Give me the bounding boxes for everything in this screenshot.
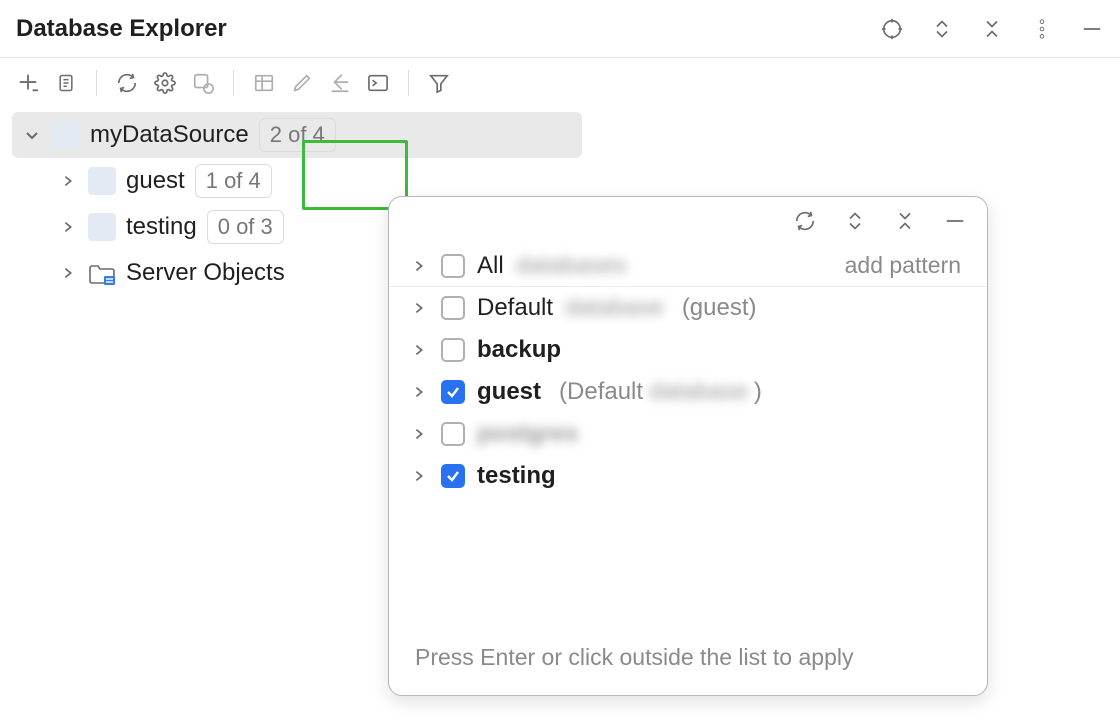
popup-row-label: guest: [477, 378, 541, 406]
schema-count-badge[interactable]: 1 of 4: [195, 164, 272, 199]
chevron-right-icon[interactable]: [409, 382, 429, 402]
edit-icon[interactable]: [290, 71, 314, 95]
popup-row-label: Default: [477, 294, 553, 322]
popup-row-label: testing: [477, 462, 556, 490]
panel-header: Database Explorer: [0, 0, 1120, 58]
popup-row-default[interactable]: Default database (guest): [389, 287, 987, 329]
popup-row-all[interactable]: All databases add pattern: [389, 245, 987, 287]
toolbar-separator: [96, 70, 97, 96]
minimize-icon[interactable]: [943, 209, 967, 233]
checkbox[interactable]: [441, 296, 465, 320]
blurred-text: database: [565, 294, 664, 322]
add-icon[interactable]: [16, 71, 40, 95]
jump-to-console-icon[interactable]: [328, 71, 352, 95]
panel-title: Database Explorer: [16, 15, 880, 43]
chevron-down-icon[interactable]: [22, 125, 42, 145]
popup-row-suffix-post: ): [754, 378, 762, 406]
blurred-text: databases: [516, 252, 627, 280]
refresh-icon[interactable]: [793, 209, 817, 233]
server-objects-icon: [88, 262, 116, 284]
refresh-icon[interactable]: [115, 71, 139, 95]
chevron-right-icon[interactable]: [58, 217, 78, 237]
popup-row-postgres[interactable]: postgres: [389, 413, 987, 455]
schema-icon: [88, 213, 116, 241]
popup-row-label: backup: [477, 336, 561, 364]
collapse-all-icon[interactable]: [980, 17, 1004, 41]
chevron-right-icon[interactable]: [409, 256, 429, 276]
checkbox[interactable]: [441, 380, 465, 404]
settings-icon[interactable]: [153, 71, 177, 95]
expand-collapse-icon[interactable]: [930, 17, 954, 41]
schema-icon: [88, 167, 116, 195]
target-icon[interactable]: [880, 17, 904, 41]
tree-node-label: Server Objects: [126, 259, 285, 287]
popup-footer-hint: Press Enter or click outside the list to…: [389, 629, 987, 695]
popup-row-suffix: (guest): [682, 294, 757, 322]
stop-refresh-icon[interactable]: [191, 71, 215, 95]
checkbox[interactable]: [441, 464, 465, 488]
datasource-icon: [52, 121, 80, 149]
checkbox[interactable]: [441, 422, 465, 446]
toolbar-separator: [408, 70, 409, 96]
popup-row-suffix-pre: (Default: [559, 378, 643, 406]
filter-icon[interactable]: [427, 71, 451, 95]
more-icon[interactable]: [1030, 17, 1054, 41]
checkbox[interactable]: [441, 338, 465, 362]
schema-selector-popup: All databases add pattern Default databa…: [388, 196, 988, 696]
chevron-right-icon[interactable]: [58, 263, 78, 283]
popup-row-guest[interactable]: guest (Default database ): [389, 371, 987, 413]
tree-node-label: guest: [126, 167, 185, 195]
toolbar: [0, 58, 1120, 108]
console-icon[interactable]: [366, 71, 390, 95]
chevron-right-icon[interactable]: [409, 298, 429, 318]
tree-node-datasource[interactable]: myDataSource 2 of 4: [12, 112, 582, 158]
schema-count-badge[interactable]: 2 of 4: [259, 118, 336, 153]
add-pattern-link[interactable]: add pattern: [845, 252, 961, 279]
chevron-right-icon[interactable]: [58, 171, 78, 191]
popup-row-backup[interactable]: backup: [389, 329, 987, 371]
popup-row-label: All: [477, 252, 504, 280]
expand-collapse-icon[interactable]: [843, 209, 867, 233]
chevron-right-icon[interactable]: [409, 340, 429, 360]
toolbar-separator: [233, 70, 234, 96]
table-view-icon[interactable]: [252, 71, 276, 95]
chevron-right-icon[interactable]: [409, 424, 429, 444]
blurred-text: postgres: [477, 420, 578, 448]
copy-ddl-icon[interactable]: [54, 71, 78, 95]
chevron-right-icon[interactable]: [409, 466, 429, 486]
checkbox[interactable]: [441, 254, 465, 278]
collapse-all-icon[interactable]: [893, 209, 917, 233]
popup-row-testing[interactable]: testing: [389, 455, 987, 497]
tree-node-label: myDataSource: [90, 121, 249, 149]
minimize-icon[interactable]: [1080, 17, 1104, 41]
tree-node-label: testing: [126, 213, 197, 241]
schema-count-badge[interactable]: 0 of 3: [207, 210, 284, 245]
blurred-text: database: [649, 378, 748, 406]
